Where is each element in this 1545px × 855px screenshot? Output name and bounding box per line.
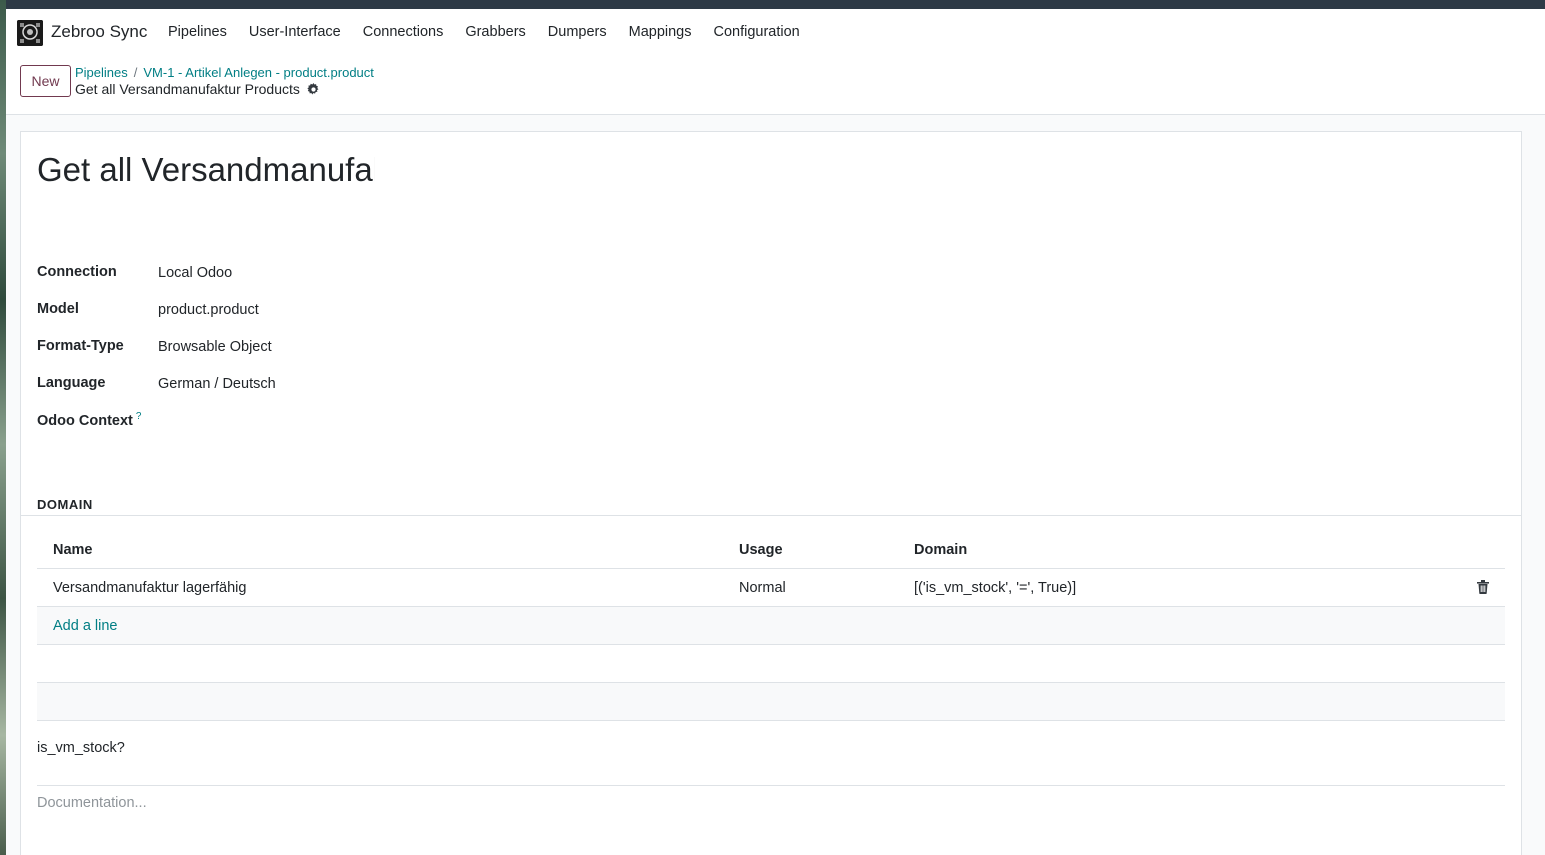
breadcrumb: Pipelines / VM-1 - Artikel Anlegen - produ…: [75, 65, 374, 80]
app-brand[interactable]: Zebroo Sync: [51, 22, 147, 42]
help-tooltip-icon[interactable]: ?: [136, 411, 142, 422]
app-logo-icon[interactable]: [17, 20, 43, 46]
table-empty-row: [37, 645, 1505, 683]
documentation-field[interactable]: Documentation...: [37, 795, 147, 811]
section-divider: [21, 515, 1521, 516]
breadcrumb-separator: /: [133, 65, 138, 80]
menu-connections[interactable]: Connections: [363, 24, 444, 40]
table-header: Name Usage Domain: [37, 531, 1505, 569]
format-type-field[interactable]: Browsable Object: [158, 339, 272, 355]
trash-icon[interactable]: [1477, 580, 1491, 595]
main-navbar: Zebroo Sync Pipelines User-Interface Con…: [6, 9, 1545, 55]
label-model: Model: [37, 301, 79, 317]
current-record-title: Get all Versandmanufaktur Products: [75, 81, 300, 97]
add-line-link[interactable]: Add a line: [53, 618, 118, 634]
odoo-context-field[interactable]: [158, 412, 558, 432]
column-header-domain[interactable]: Domain: [914, 542, 967, 558]
record-title-input[interactable]: Get all Versandmanufaktur Products: [37, 149, 375, 191]
table-empty-row: [37, 683, 1505, 721]
table-row[interactable]: Versandmanufaktur lagerfähig Normal [('i…: [37, 569, 1505, 607]
menu-pipelines[interactable]: Pipelines: [168, 24, 227, 40]
odoo-context-label-text: Odoo Context: [37, 412, 133, 429]
top-menu: Pipelines User-Interface Connections Gra…: [168, 9, 822, 55]
control-panel: New Pipelines / VM-1 - Artikel Anlegen - p…: [6, 55, 1545, 115]
breadcrumb-pipelines[interactable]: Pipelines: [75, 65, 128, 80]
add-line-row: Add a line: [37, 607, 1505, 645]
label-odoo-context: Odoo Context?: [37, 411, 141, 429]
column-header-usage[interactable]: Usage: [739, 542, 783, 558]
menu-mappings[interactable]: Mappings: [629, 24, 692, 40]
gear-icon[interactable]: [307, 82, 320, 96]
label-format-type: Format-Type: [37, 338, 124, 354]
breadcrumb-pipeline-record[interactable]: VM-1 - Artikel Anlegen - product.product: [143, 65, 374, 80]
language-field[interactable]: German / Deutsch: [158, 376, 276, 392]
cell-name[interactable]: Versandmanufaktur lagerfähig: [53, 580, 246, 596]
documentation-divider: [37, 785, 1505, 786]
form-sheet: [20, 131, 1522, 855]
window-top-strip: [0, 0, 1545, 9]
label-connection: Connection: [37, 264, 117, 280]
column-header-name[interactable]: Name: [53, 542, 93, 558]
model-field[interactable]: product.product: [158, 302, 259, 318]
new-button[interactable]: New: [20, 65, 71, 97]
page: Zebroo Sync Pipelines User-Interface Con…: [0, 0, 1545, 855]
menu-dumpers[interactable]: Dumpers: [548, 24, 607, 40]
menu-user-interface[interactable]: User-Interface: [249, 24, 341, 40]
cell-domain[interactable]: [('is_vm_stock', '=', True)]: [914, 580, 1076, 596]
note-text: is_vm_stock?: [37, 740, 125, 756]
current-record: Get all Versandmanufaktur Products: [75, 81, 320, 97]
domain-section-title: DOMAIN: [37, 497, 93, 512]
label-language: Language: [37, 375, 106, 391]
cell-usage[interactable]: Normal: [739, 580, 786, 596]
connection-field[interactable]: Local Odoo: [158, 265, 232, 281]
menu-grabbers[interactable]: Grabbers: [465, 24, 525, 40]
menu-configuration[interactable]: Configuration: [713, 24, 799, 40]
